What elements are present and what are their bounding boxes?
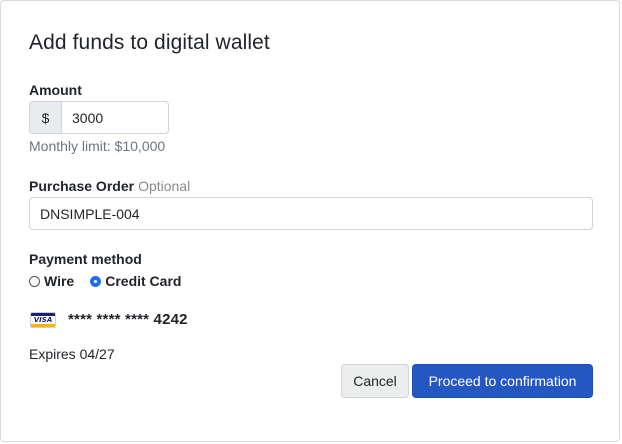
add-funds-dialog: Add funds to digital wallet Amount $ Mon… (0, 0, 620, 442)
proceed-to-confirmation-button[interactable]: Proceed to confirmation (412, 364, 593, 398)
purchase-order-label: Purchase Order Optional (29, 178, 190, 194)
credit-card-radio-label: Credit Card (105, 273, 182, 289)
wire-radio-label: Wire (44, 273, 75, 289)
payment-option-wire[interactable]: Wire (29, 273, 74, 289)
dialog-title: Add funds to digital wallet (29, 31, 270, 54)
saved-card: VISA **** **** **** 4242 (30, 311, 188, 328)
monthly-limit-help: Monthly limit: $10,000 (29, 138, 166, 154)
amount-label: Amount (29, 82, 82, 98)
payment-option-credit-card[interactable]: Credit Card (90, 273, 181, 289)
optional-hint: Optional (138, 178, 191, 194)
credit-card-radio[interactable] (90, 275, 102, 287)
wire-radio[interactable] (29, 275, 40, 287)
amount-input[interactable] (61, 101, 169, 134)
payment-method-options: Wire Credit Card (29, 273, 197, 289)
purchase-order-label-text: Purchase Order (29, 178, 135, 194)
payment-method-label: Payment method (29, 251, 142, 267)
visa-brand-text: VISA (33, 315, 53, 324)
card-number: **** **** **** 4242 (68, 311, 188, 328)
amount-input-group: $ (29, 101, 169, 134)
purchase-order-input[interactable] (29, 197, 593, 230)
card-expiry: Expires 04/27 (29, 346, 115, 362)
visa-card-icon: VISA (30, 311, 56, 328)
currency-prefix: $ (29, 101, 61, 134)
cancel-button[interactable]: Cancel (341, 364, 409, 398)
